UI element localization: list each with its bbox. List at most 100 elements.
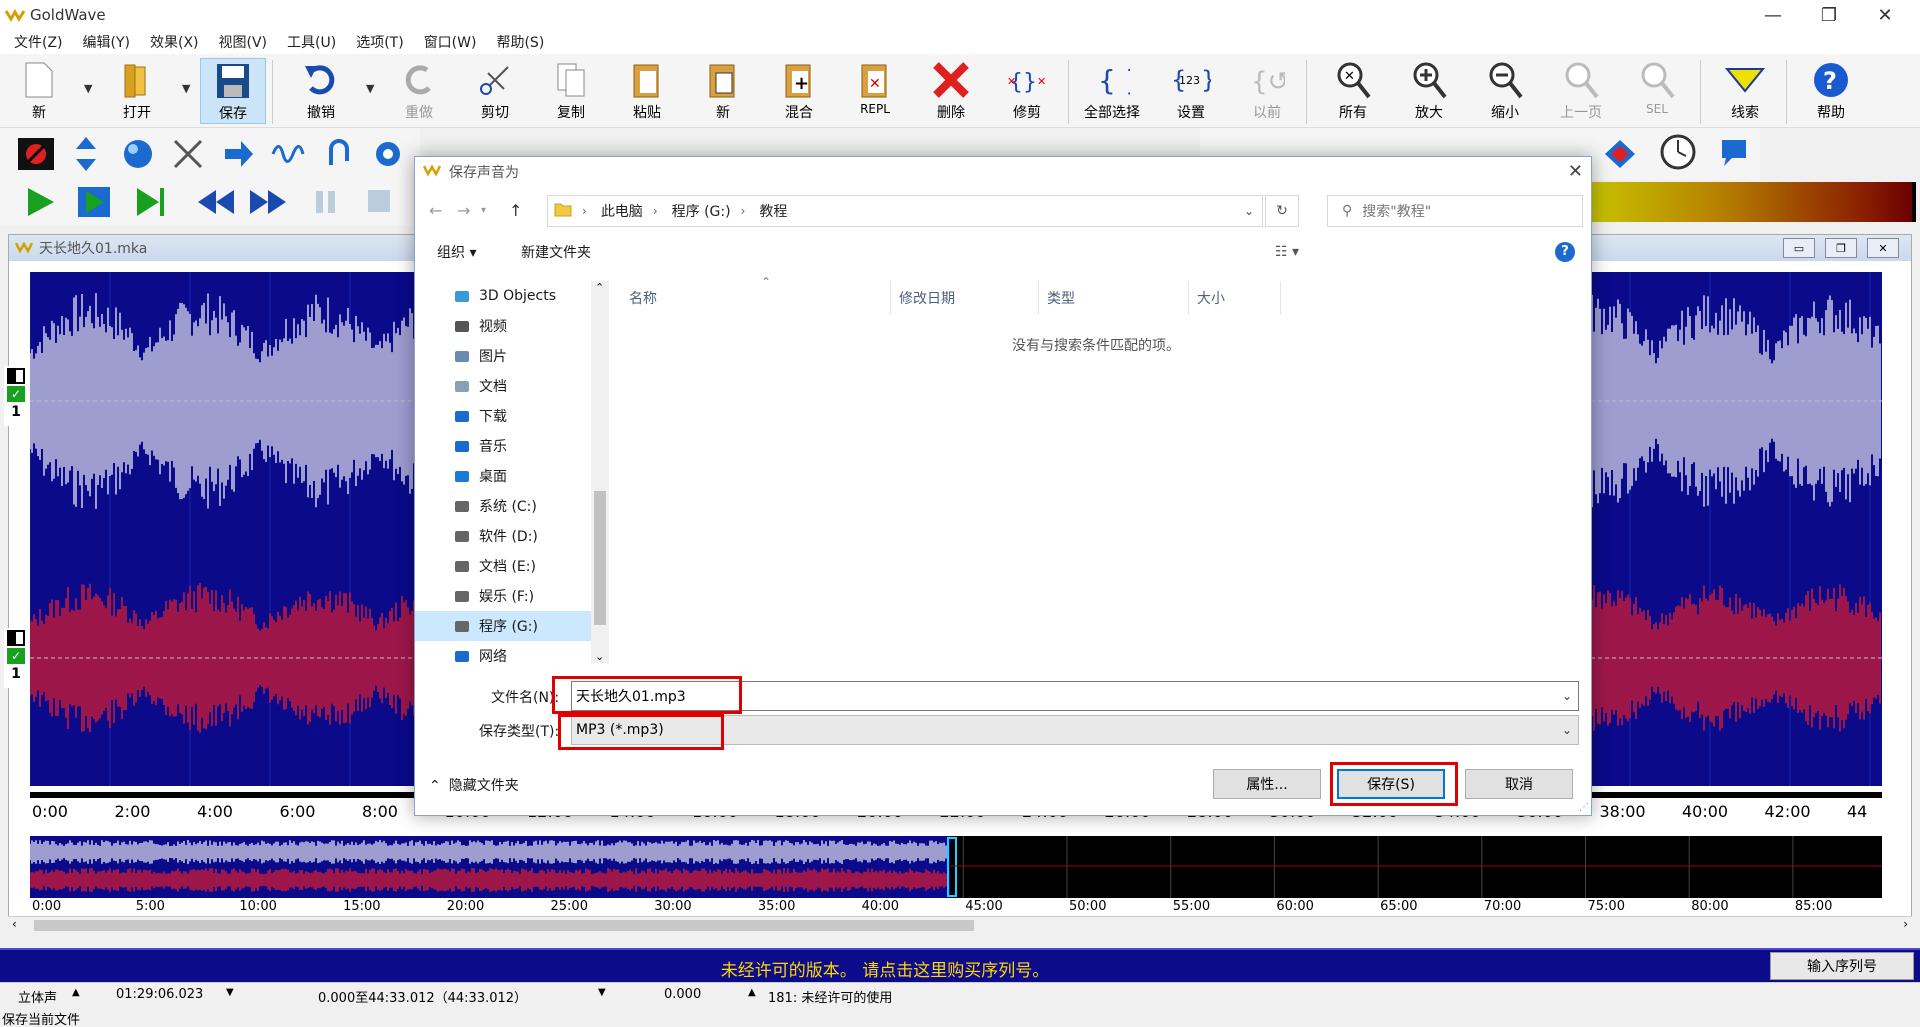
- menu-window[interactable]: 窗口(W): [414, 32, 487, 52]
- save-button[interactable]: 保存: [200, 58, 266, 124]
- channel-toggle-icon[interactable]: [7, 368, 25, 384]
- menu-help[interactable]: 帮助(S): [486, 32, 554, 52]
- scroll-right-icon[interactable]: ›: [1903, 917, 1908, 931]
- help-button[interactable]: ? 帮助: [1798, 58, 1864, 124]
- properties-button[interactable]: 属性...: [1213, 769, 1321, 799]
- refresh-button[interactable]: ↻: [1265, 195, 1299, 227]
- menu-file[interactable]: 文件(Z): [4, 32, 73, 52]
- address-dropdown-icon[interactable]: ⌄: [1244, 204, 1254, 218]
- trim-button[interactable]: {} ✕ ✕ 修剪: [994, 58, 1060, 124]
- redo-button[interactable]: 重做: [386, 58, 452, 124]
- nav-item[interactable]: 程序 (G:): [415, 611, 609, 641]
- status-channel[interactable]: 立体声: [18, 987, 57, 1006]
- channel-check-icon[interactable]: ✓: [7, 648, 25, 664]
- reverse-icon[interactable]: [318, 134, 358, 174]
- nav-item[interactable]: 软件 (D:): [415, 521, 609, 551]
- channel-toggle-icon[interactable]: [7, 630, 25, 646]
- copy-button[interactable]: 复制: [538, 58, 604, 124]
- menu-options[interactable]: 选项(T): [346, 32, 413, 52]
- nav-item[interactable]: 娱乐 (F:): [415, 581, 609, 611]
- paste-new-button[interactable]: 新: [690, 58, 756, 124]
- breadcrumb-this-pc[interactable]: 此电脑: [601, 201, 643, 221]
- play-icon[interactable]: [20, 182, 60, 222]
- horizontal-scrollbar[interactable]: ‹ ›: [8, 916, 1912, 934]
- nav-item[interactable]: 下载: [415, 401, 609, 431]
- new-button[interactable]: 新: [6, 58, 72, 124]
- menu-tools[interactable]: 工具(U): [277, 32, 346, 52]
- maximize-vertical-icon[interactable]: [66, 134, 106, 174]
- open-dropdown-icon[interactable]: ▼: [182, 82, 190, 95]
- zoom-all-button[interactable]: ✕ 所有: [1320, 58, 1386, 124]
- globe-effect-icon[interactable]: [118, 134, 158, 174]
- dialog-close-icon[interactable]: ✕: [1568, 161, 1583, 182]
- nav-item[interactable]: 图片: [415, 341, 609, 371]
- previous-button[interactable]: {↺}以前: [1234, 58, 1300, 124]
- filetype-select[interactable]: MP3 (*.mp3) ⌄: [571, 715, 1579, 745]
- channel-spin-icon[interactable]: ▲: [72, 987, 80, 998]
- nav-item[interactable]: 音乐: [415, 431, 609, 461]
- crossfade-icon[interactable]: [168, 134, 208, 174]
- paste-button[interactable]: 粘贴: [614, 58, 680, 124]
- scroll-down-icon[interactable]: ⌄: [595, 650, 604, 663]
- organize-button[interactable]: 组织 ▾: [437, 242, 476, 262]
- color-marker-icon[interactable]: [1600, 134, 1640, 174]
- wave-effect-icon[interactable]: [268, 134, 308, 174]
- menu-edit[interactable]: 编辑(Y): [73, 32, 140, 52]
- open-button[interactable]: 打开: [104, 58, 170, 124]
- doc-minimize-button[interactable]: ▭: [1783, 238, 1815, 258]
- nav-item[interactable]: 文档: [415, 371, 609, 401]
- arrow-right-icon[interactable]: [218, 134, 258, 174]
- undo-button[interactable]: 撤销: [288, 58, 354, 124]
- zoom-in-button[interactable]: 放大: [1396, 58, 1462, 124]
- nav-item[interactable]: 网络: [415, 641, 609, 663]
- delete-button[interactable]: 删除: [918, 58, 984, 124]
- overview-waveform[interactable]: [30, 836, 1882, 898]
- up-arrow-icon[interactable]: ↑: [509, 201, 522, 220]
- help-icon[interactable]: ?: [1555, 242, 1575, 262]
- back-arrow-icon[interactable]: ←: [429, 201, 442, 220]
- history-dropdown-icon[interactable]: ▾: [481, 205, 486, 216]
- new-dropdown-icon[interactable]: ▼: [84, 82, 92, 95]
- filename-input[interactable]: 天长地久01.mp3 ⌄: [571, 681, 1579, 711]
- position-spin-icon[interactable]: ▲: [748, 987, 756, 998]
- minimize-button[interactable]: —: [1750, 0, 1796, 30]
- save-dialog-button[interactable]: 保存(S): [1337, 769, 1445, 799]
- clock-icon[interactable]: [1658, 132, 1698, 172]
- stop-record-icon[interactable]: [16, 134, 56, 174]
- navigation-scrollbar[interactable]: ⌃ ⌄: [591, 281, 609, 663]
- mix-button[interactable]: + 混合: [766, 58, 832, 124]
- filename-dropdown-icon[interactable]: ⌄: [1562, 689, 1572, 703]
- enter-serial-button[interactable]: 输入序列号: [1770, 952, 1914, 980]
- channel-check-icon[interactable]: ✓: [7, 386, 25, 402]
- replace-button[interactable]: ✕ REPL: [842, 58, 908, 124]
- breadcrumb-tutorial[interactable]: 教程: [759, 201, 787, 221]
- play-to-end-icon[interactable]: [130, 182, 170, 222]
- nav-item[interactable]: 桌面: [415, 461, 609, 491]
- nav-item[interactable]: 视频: [415, 311, 609, 341]
- menu-view[interactable]: 视图(V): [209, 32, 278, 52]
- close-button[interactable]: ✕: [1862, 0, 1908, 30]
- hide-folders-toggle[interactable]: ⌃ 隐藏文件夹: [429, 775, 519, 795]
- filetype-dropdown-icon[interactable]: ⌄: [1562, 723, 1572, 737]
- search-input[interactable]: ⚲ 搜索"教程": [1327, 195, 1583, 227]
- length-dropdown-icon[interactable]: ▼: [226, 987, 234, 998]
- banner-text[interactable]: 未经许可的版本。 请点击这里购买序列号。: [0, 956, 1770, 981]
- doc-restore-button[interactable]: ❐: [1825, 238, 1857, 258]
- column-size[interactable]: 大小: [1189, 281, 1281, 315]
- play-selection-icon[interactable]: [74, 182, 114, 222]
- scroll-left-icon[interactable]: ‹: [12, 917, 17, 931]
- new-folder-button[interactable]: 新建文件夹: [521, 242, 591, 262]
- column-name[interactable]: 名称: [621, 281, 891, 315]
- fast-forward-icon[interactable]: [248, 182, 288, 222]
- scroll-up-icon[interactable]: ⌃: [595, 281, 604, 294]
- stop-icon[interactable]: [360, 182, 400, 222]
- rewind-icon[interactable]: [196, 182, 236, 222]
- view-options-icon[interactable]: ☷ ▾: [1275, 244, 1299, 260]
- breadcrumb-drive-g[interactable]: 程序 (G:): [672, 201, 731, 221]
- column-modified[interactable]: 修改日期: [891, 281, 1039, 315]
- scroll-thumb[interactable]: [34, 920, 974, 931]
- nav-item[interactable]: 3D Objects: [415, 281, 609, 311]
- restore-button[interactable]: ❐: [1806, 0, 1852, 30]
- cancel-button[interactable]: 取消: [1465, 769, 1573, 799]
- column-type[interactable]: 类型: [1039, 281, 1189, 315]
